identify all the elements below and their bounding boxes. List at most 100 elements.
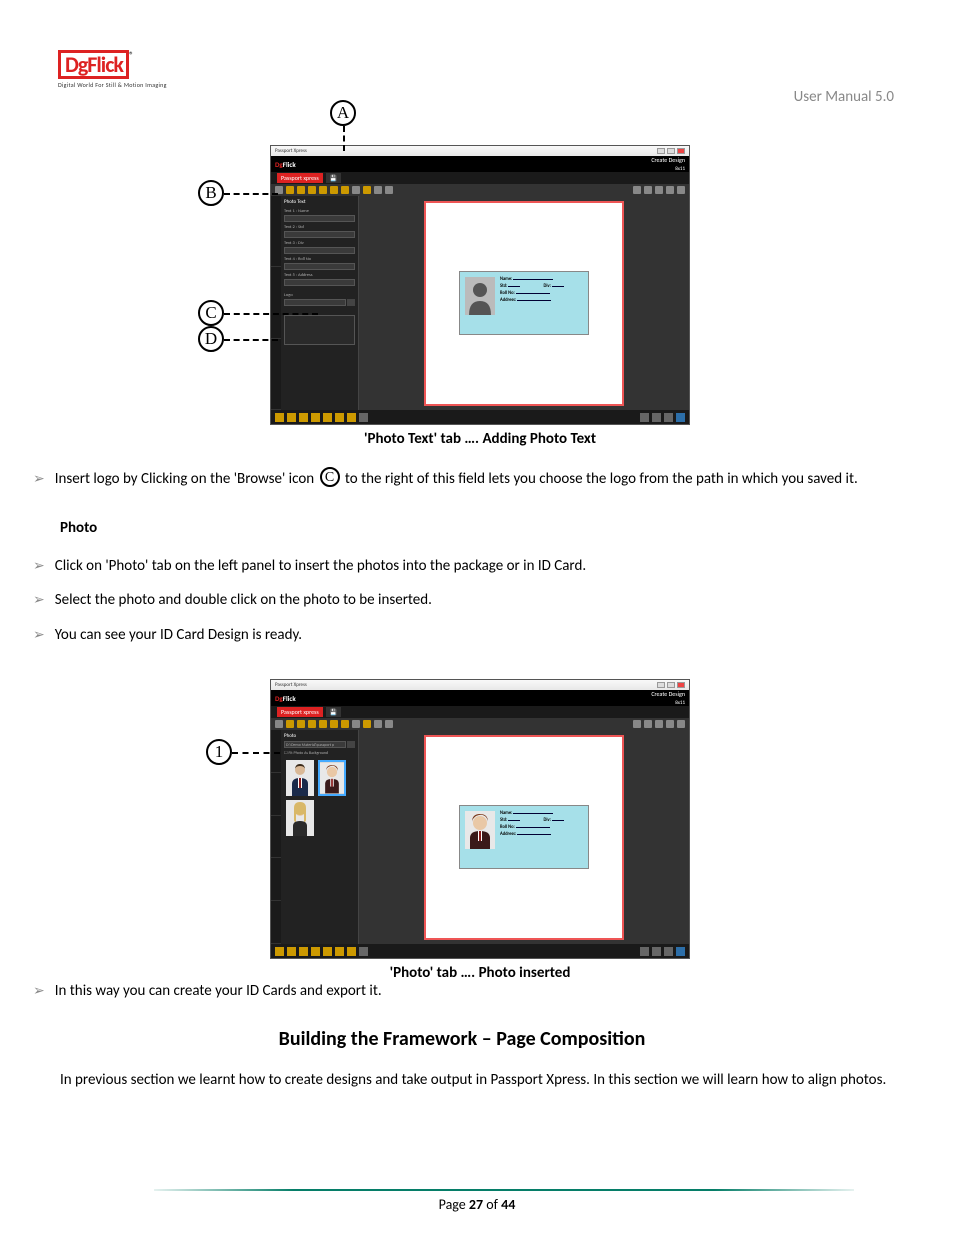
footer-tool-icon[interactable] (323, 947, 332, 956)
id-card[interactable]: Name: Std: Div: Roll No: Address: (459, 271, 589, 335)
footer-tool-icon[interactable] (311, 413, 320, 422)
minimize-button[interactable] (657, 148, 665, 154)
photo-thumb[interactable] (286, 760, 314, 796)
text-input[interactable] (284, 231, 355, 238)
photo-thumb[interactable] (286, 800, 314, 836)
close-button[interactable] (677, 682, 685, 688)
footer-icon[interactable] (676, 413, 685, 422)
text-input[interactable] (284, 263, 355, 270)
tool-icon[interactable] (286, 720, 294, 728)
redo-icon[interactable] (385, 186, 393, 194)
canvas[interactable]: Name: Std: Div: Roll No: Address: (359, 196, 689, 410)
path-input[interactable]: D:\Demo Material\passport p (284, 741, 346, 748)
tool-icon[interactable] (308, 720, 316, 728)
tool-icon[interactable] (308, 186, 316, 194)
tool-icon[interactable] (341, 186, 349, 194)
figure1-caption: 'Photo Text' tab …. Adding Photo Text (270, 430, 690, 448)
maximize-button[interactable] (667, 682, 675, 688)
tool-icon[interactable] (352, 186, 360, 194)
side-tab[interactable] (271, 816, 281, 859)
zoom-icon[interactable] (633, 720, 641, 728)
footer-tool-icon[interactable] (275, 947, 284, 956)
footer-tool-icon[interactable] (299, 947, 308, 956)
settings-icon[interactable] (677, 186, 685, 194)
footer-tool-icon[interactable] (335, 947, 344, 956)
footer-tool-icon[interactable] (359, 413, 368, 422)
footer-tool-icon[interactable] (347, 413, 356, 422)
browse-icon[interactable] (347, 299, 355, 306)
grid-icon[interactable] (666, 720, 674, 728)
footer-tool-icon[interactable] (359, 947, 368, 956)
zoom-icon[interactable] (633, 186, 641, 194)
close-button[interactable] (677, 148, 685, 154)
side-tab[interactable] (271, 901, 281, 944)
footer-tool-icon[interactable] (287, 947, 296, 956)
section-paragraph: In previous section we learnt how to cre… (60, 1069, 894, 1092)
tool-icon[interactable] (363, 720, 371, 728)
footer-icon[interactable] (652, 947, 661, 956)
fit-checkbox-label[interactable]: ☐ Fit Photo As Background (284, 750, 355, 756)
save-icon[interactable]: 💾 (326, 173, 341, 183)
bullet-item: In this way you can create your ID Cards… (30, 980, 894, 1003)
tool-icon[interactable] (330, 720, 338, 728)
footer-tool-icon[interactable] (323, 413, 332, 422)
breadcrumb-item[interactable]: Passport xpress (277, 173, 323, 183)
footer-tool-icon[interactable] (335, 413, 344, 422)
side-tab[interactable] (271, 858, 281, 901)
tool-icon[interactable] (275, 720, 283, 728)
view-icon[interactable] (655, 186, 663, 194)
callout-c-lead (224, 313, 318, 315)
tool-icon[interactable] (319, 186, 327, 194)
callout-c: C (198, 300, 224, 326)
id-card[interactable]: Name: Std: Div: Roll No: Address: (459, 805, 589, 869)
side-tab[interactable] (271, 773, 281, 816)
logo-path-input[interactable] (284, 299, 346, 306)
side-tabs (271, 730, 281, 944)
app-footer (271, 410, 689, 424)
footer-tool-icon[interactable] (299, 413, 308, 422)
side-tab[interactable] (271, 196, 281, 267)
footer-icon[interactable] (640, 413, 649, 422)
breadcrumb: Passport xpress 💾 (271, 172, 689, 184)
side-tab[interactable] (271, 339, 281, 410)
side-tab[interactable] (271, 267, 281, 338)
tool-icon[interactable] (286, 186, 294, 194)
save-icon[interactable]: 💾 (326, 707, 341, 717)
callout-d-lead (224, 339, 278, 341)
text-input[interactable] (284, 215, 355, 222)
text-input[interactable] (284, 279, 355, 286)
footer-tool-icon[interactable] (311, 947, 320, 956)
grid-icon[interactable] (666, 186, 674, 194)
tool-icon[interactable] (363, 186, 371, 194)
tool-icon[interactable] (330, 186, 338, 194)
minimize-button[interactable] (657, 682, 665, 688)
tool-icon[interactable] (297, 186, 305, 194)
undo-icon[interactable] (374, 720, 382, 728)
zoom-icon[interactable] (644, 720, 652, 728)
settings-icon[interactable] (677, 720, 685, 728)
photo-thumb-selected[interactable] (318, 760, 346, 796)
footer-tool-icon[interactable] (287, 413, 296, 422)
zoom-icon[interactable] (644, 186, 652, 194)
undo-icon[interactable] (374, 186, 382, 194)
browse-icon[interactable] (347, 741, 355, 748)
text-input[interactable] (284, 247, 355, 254)
footer-icon[interactable] (676, 947, 685, 956)
maximize-button[interactable] (667, 148, 675, 154)
footer-icon[interactable] (664, 947, 673, 956)
breadcrumb-item[interactable]: Passport xpress (277, 707, 323, 717)
tool-icon[interactable] (319, 720, 327, 728)
tool-icon[interactable] (352, 720, 360, 728)
footer-tool-icon[interactable] (347, 947, 356, 956)
footer-tool-icon[interactable] (275, 413, 284, 422)
view-icon[interactable] (655, 720, 663, 728)
page-header: DgFlick® Digital World For Still & Motio… (58, 50, 894, 106)
tool-icon[interactable] (341, 720, 349, 728)
canvas[interactable]: Name: Std: Div: Roll No: Address: (359, 730, 689, 944)
footer-icon[interactable] (640, 947, 649, 956)
tool-icon[interactable] (297, 720, 305, 728)
redo-icon[interactable] (385, 720, 393, 728)
footer-icon[interactable] (664, 413, 673, 422)
manual-title: User Manual 5.0 (794, 88, 894, 106)
footer-icon[interactable] (652, 413, 661, 422)
